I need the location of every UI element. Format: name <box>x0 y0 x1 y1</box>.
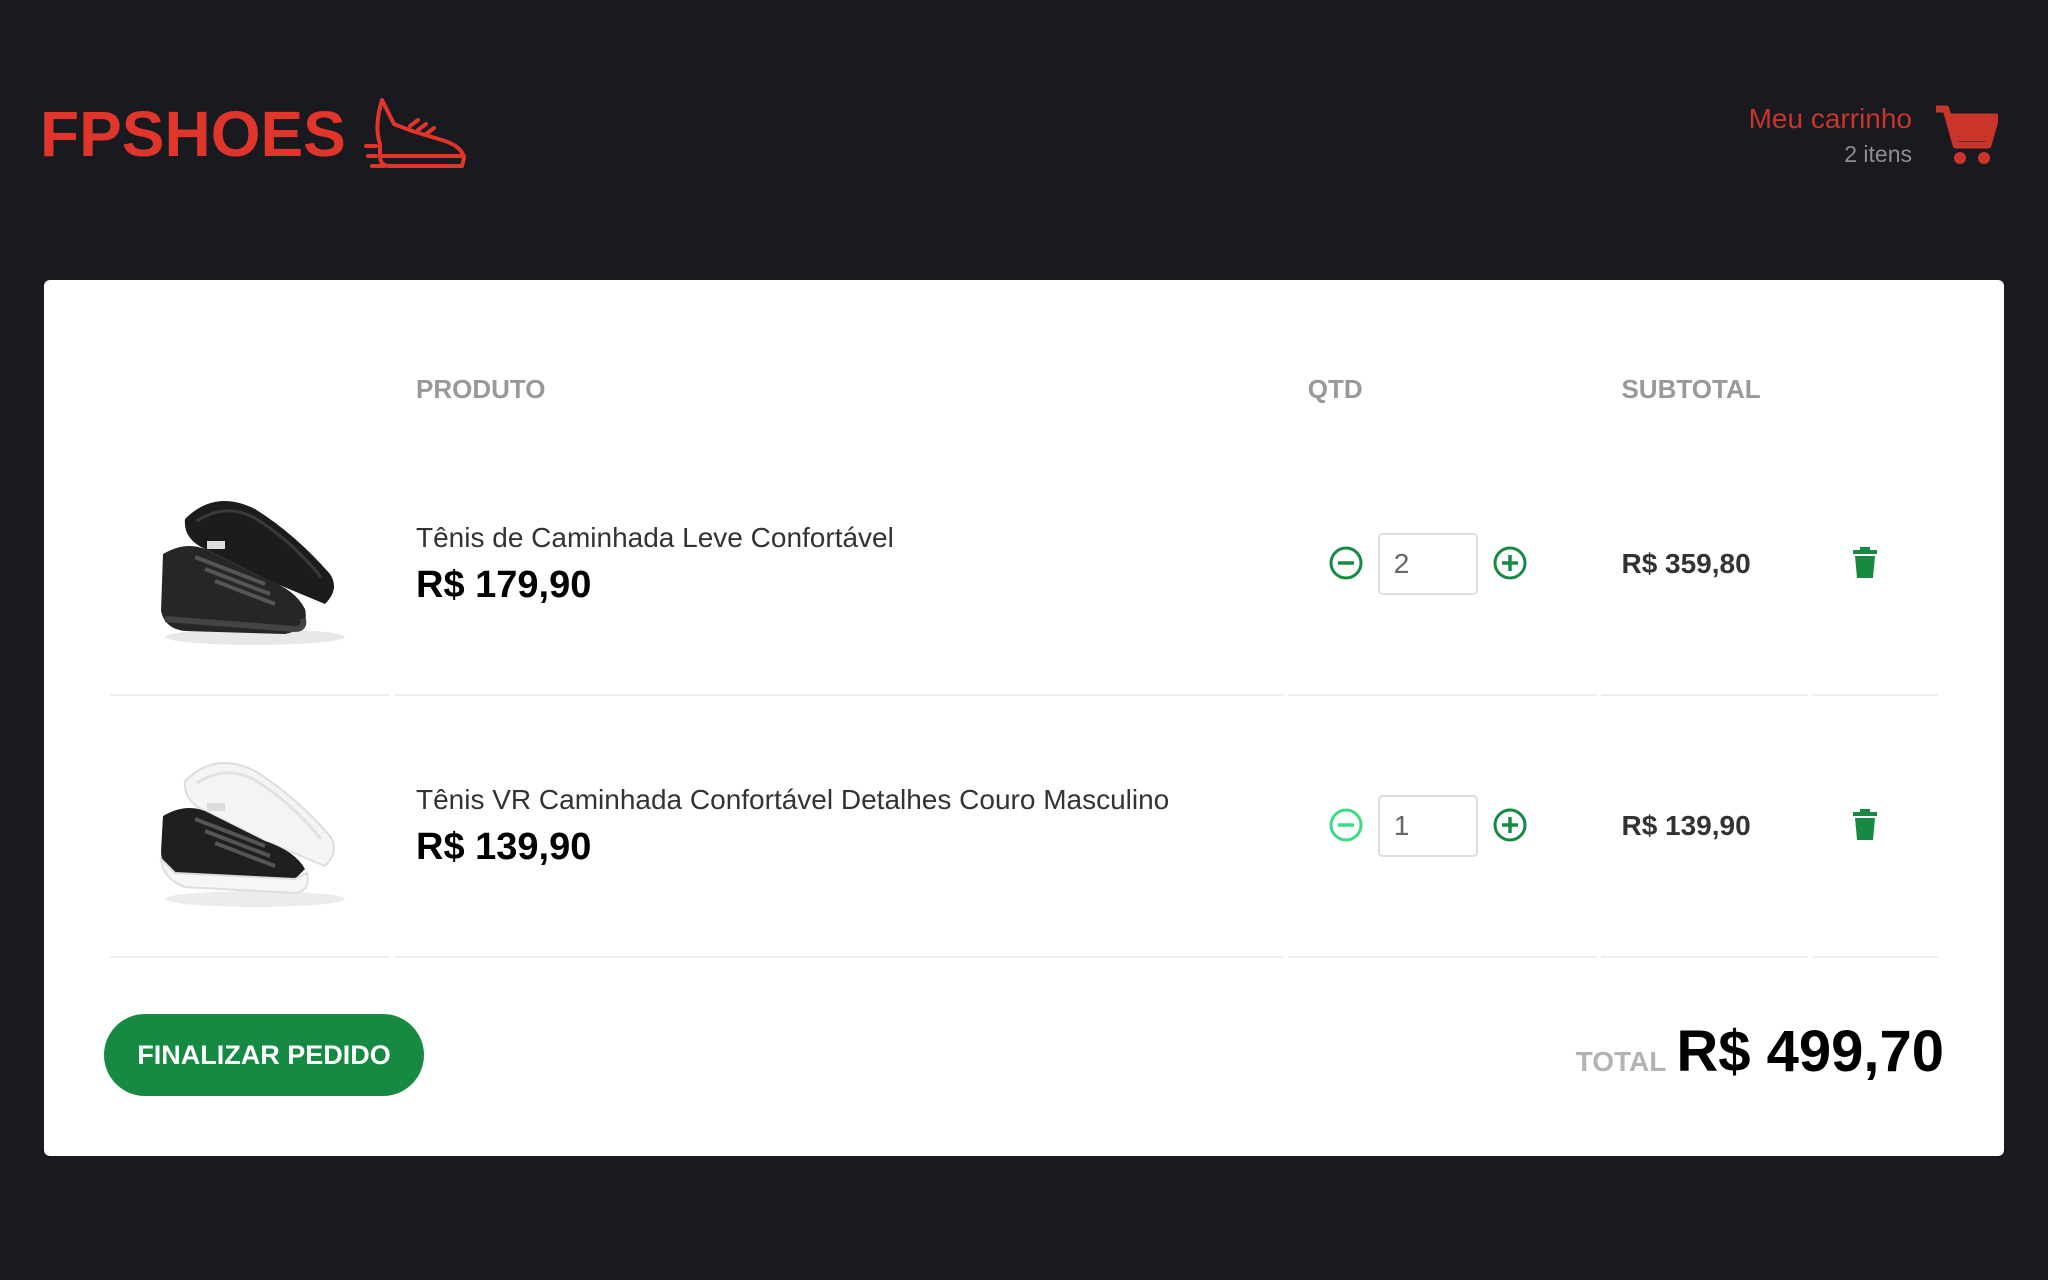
product-info-cell: Tênis VR Caminhada Confortável Detalhes … <box>394 696 1284 958</box>
row-subtotal: R$ 359,80 <box>1621 548 1751 579</box>
delete-item-button[interactable] <box>1852 808 1878 844</box>
qty-cell <box>1287 434 1598 696</box>
table-header-row: PRODUTO QTD SUBTOTAL <box>110 358 1938 434</box>
cart-title: Meu carrinho <box>1748 103 1912 134</box>
total-label: TOTAL <box>1575 1046 1667 1077</box>
product-image-white-sole-sneaker <box>110 716 390 936</box>
cart-summary: Meu carrinho 2 itens <box>1749 102 1912 169</box>
header-qty: QTD <box>1307 374 1363 404</box>
product-price: R$ 179,90 <box>416 563 592 606</box>
quantity-stepper <box>1308 795 1598 857</box>
decrement-button[interactable] <box>1328 545 1364 584</box>
row-subtotal: R$ 139,90 <box>1621 810 1751 841</box>
product-price: R$ 139,90 <box>416 825 592 868</box>
running-shoe-icon <box>363 96 468 172</box>
finalize-order-button[interactable]: FINALIZAR PEDIDO <box>104 1014 424 1096</box>
increment-button[interactable] <box>1492 545 1528 584</box>
quantity-input[interactable] <box>1377 533 1478 595</box>
increment-button[interactable] <box>1492 807 1528 846</box>
delete-cell <box>1812 696 1938 958</box>
product-title: Tênis de Caminhada Leve Confortável <box>416 521 894 553</box>
subtotal-cell: R$ 359,80 <box>1601 434 1809 696</box>
table-row: Tênis VR Caminhada Confortável Detalhes … <box>110 696 1938 958</box>
trash-icon <box>1852 808 1878 844</box>
subtotal-cell: R$ 139,90 <box>1601 696 1809 958</box>
order-total: TOTAL R$ 499,70 <box>1576 1018 1944 1085</box>
quantity-input[interactable] <box>1377 795 1478 857</box>
minus-circle-icon <box>1328 545 1364 584</box>
qty-cell <box>1287 696 1598 958</box>
quantity-stepper <box>1308 533 1598 595</box>
product-info-cell: Tênis de Caminhada Leve Confortável R$ 1… <box>394 434 1284 696</box>
trash-icon <box>1852 546 1878 582</box>
product-image-black-sneaker <box>110 454 390 674</box>
table-row: Tênis de Caminhada Leve Confortável R$ 1… <box>110 434 1938 696</box>
product-title: Tênis VR Caminhada Confortável Detalhes … <box>416 783 1170 815</box>
total-value: R$ 499,70 <box>1676 1019 1944 1084</box>
plus-circle-icon <box>1492 807 1528 846</box>
header-product: PRODUTO <box>416 374 546 404</box>
delete-cell <box>1812 434 1938 696</box>
shopping-cart-icon <box>1934 105 1998 167</box>
logo-text: FPSHOES <box>40 98 346 170</box>
header-delete <box>1812 358 1938 434</box>
header-subtotal: SUBTOTAL <box>1621 374 1761 404</box>
product-image-cell <box>110 434 390 696</box>
cart-count: 2 itens <box>1844 140 1912 167</box>
header-image <box>110 358 390 434</box>
plus-circle-icon <box>1492 545 1528 584</box>
cart-table: PRODUTO QTD SUBTOTAL Tênis de Caminhada … <box>106 358 1942 958</box>
cart-card: PRODUTO QTD SUBTOTAL Tênis de Caminhada … <box>44 280 2004 1156</box>
decrement-button[interactable] <box>1328 807 1364 846</box>
product-image-cell <box>110 696 390 958</box>
minus-circle-icon <box>1328 807 1364 846</box>
site-header: FPSHOES Meu carrinho 2 itens <box>0 0 2048 280</box>
delete-item-button[interactable] <box>1852 546 1878 582</box>
logo-link[interactable]: FPSHOES <box>40 96 468 172</box>
cart-link[interactable]: Meu carrinho 2 itens <box>1749 102 1998 169</box>
